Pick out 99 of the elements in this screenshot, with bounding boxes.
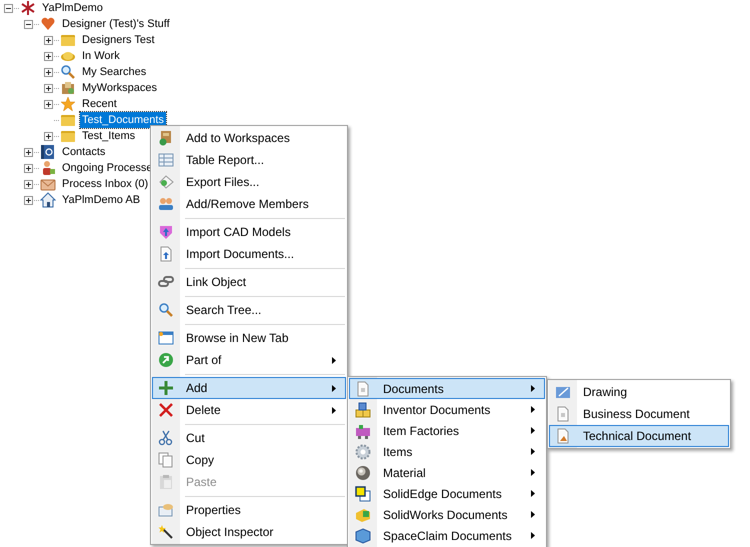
copy-icon bbox=[158, 452, 174, 468]
drawing-icon bbox=[555, 384, 571, 400]
document-icon bbox=[158, 246, 174, 262]
close-icon bbox=[158, 402, 174, 418]
menu-item[interactable]: Import CAD Models bbox=[152, 221, 346, 243]
tree-item[interactable]: YaPlmDemo bbox=[40, 0, 105, 16]
tree-item[interactable]: Recent bbox=[80, 96, 119, 112]
caret-icon bbox=[531, 448, 535, 455]
house-icon bbox=[40, 192, 56, 208]
menu-item[interactable]: Copy bbox=[152, 449, 346, 471]
people-icon bbox=[158, 196, 174, 212]
collapse-icon[interactable] bbox=[24, 20, 33, 28]
caret-icon bbox=[531, 427, 535, 434]
tree-item[interactable]: Process Inbox (0) bbox=[60, 176, 150, 192]
expand-icon[interactable] bbox=[24, 180, 33, 188]
expand-icon[interactable] bbox=[44, 36, 53, 44]
squares-icon bbox=[355, 486, 371, 502]
menu-item[interactable]: Documents bbox=[349, 378, 545, 399]
address-book-icon bbox=[40, 144, 56, 160]
menu-item[interactable]: Object Inspector bbox=[152, 521, 346, 543]
expand-icon[interactable] bbox=[24, 196, 33, 204]
blocks-icon bbox=[355, 506, 371, 522]
export-icon bbox=[158, 174, 174, 190]
tree-item[interactable]: MyWorkspaces bbox=[80, 80, 159, 96]
menu-item[interactable]: Drawing bbox=[549, 381, 729, 403]
arrow-circle-icon bbox=[158, 352, 174, 368]
expand-icon[interactable] bbox=[44, 52, 53, 60]
collapse-icon[interactable] bbox=[4, 4, 13, 12]
caret-icon bbox=[332, 356, 336, 364]
menu-item[interactable]: Cut bbox=[152, 427, 346, 449]
menu-item[interactable]: Inventor Documents bbox=[349, 399, 545, 420]
folder-icon bbox=[60, 128, 76, 144]
clipboard-icon bbox=[158, 474, 174, 490]
menu-item[interactable]: Item Factories bbox=[349, 420, 545, 441]
menu-item[interactable]: SpaceClaim Documents bbox=[349, 525, 545, 546]
tree-item[interactable]: YaPlmDemo AB bbox=[60, 192, 142, 208]
menu-item[interactable]: Add/Remove Members bbox=[152, 193, 346, 215]
caret-icon bbox=[531, 532, 535, 539]
wand-icon bbox=[158, 524, 174, 540]
package-icon bbox=[60, 80, 76, 96]
menu-item[interactable]: SolidEdge Documents bbox=[349, 483, 545, 504]
document-icon bbox=[555, 406, 571, 422]
menu-item[interactable]: Link Object bbox=[152, 271, 346, 293]
folder-icon bbox=[60, 32, 76, 48]
caret-icon bbox=[332, 384, 336, 392]
expand-icon[interactable] bbox=[44, 68, 53, 76]
folder-icon bbox=[60, 112, 76, 128]
caret-icon bbox=[531, 511, 535, 518]
tree-item[interactable]: Contacts bbox=[60, 144, 108, 160]
expand-icon[interactable] bbox=[24, 148, 33, 156]
document-icon bbox=[355, 380, 371, 396]
menu-item[interactable]: Browse in New Tab bbox=[152, 327, 346, 349]
expand-icon[interactable] bbox=[44, 84, 53, 92]
table-icon bbox=[158, 152, 174, 168]
tree-item[interactable]: Designer (Test)'s Stuff bbox=[60, 16, 172, 32]
menu-item[interactable]: Import Documents... bbox=[152, 243, 346, 265]
person-icon bbox=[40, 160, 56, 176]
heart-icon bbox=[40, 16, 56, 32]
menu-item[interactable]: Items bbox=[349, 441, 545, 462]
tree-item[interactable]: Test_Documents bbox=[80, 112, 166, 128]
menu-item[interactable]: Add to Workspaces bbox=[152, 127, 346, 149]
caret-icon bbox=[531, 406, 535, 413]
blocks-icon bbox=[355, 402, 371, 418]
search-icon bbox=[158, 302, 174, 318]
chain-icon bbox=[158, 274, 174, 290]
scissors-icon bbox=[158, 430, 174, 446]
expand-icon[interactable] bbox=[44, 132, 53, 140]
search-icon bbox=[60, 64, 76, 80]
star-icon bbox=[60, 96, 76, 112]
caret-icon bbox=[531, 385, 535, 392]
expand-icon[interactable] bbox=[44, 100, 53, 108]
expand-icon[interactable] bbox=[24, 164, 33, 172]
menu-item[interactable]: Part of bbox=[152, 349, 346, 371]
factory-icon bbox=[355, 422, 371, 438]
plus-icon bbox=[158, 380, 174, 396]
menu-item[interactable]: Add bbox=[152, 377, 346, 399]
tree-item[interactable]: My Searches bbox=[80, 64, 148, 80]
menu-item[interactable]: Search Tree... bbox=[152, 299, 346, 321]
document-icon bbox=[555, 428, 571, 444]
menu-item[interactable]: Export Files... bbox=[152, 171, 346, 193]
sphere-icon bbox=[355, 464, 371, 480]
tree-item[interactable]: Test_Items bbox=[80, 128, 138, 144]
menu-item[interactable]: Technical Document bbox=[549, 425, 729, 447]
caret-icon bbox=[332, 406, 336, 414]
menu-item[interactable]: Delete bbox=[152, 399, 346, 421]
asterisk-icon bbox=[20, 0, 36, 16]
gear-icon bbox=[355, 444, 371, 460]
menu-item[interactable]: SolidWorks Documents bbox=[349, 504, 545, 525]
caret-icon bbox=[531, 469, 535, 476]
menu-item[interactable]: Business Document bbox=[549, 403, 729, 425]
menu-item[interactable]: Properties bbox=[152, 499, 346, 521]
tree-item[interactable]: Designers Test bbox=[80, 32, 157, 48]
shield-icon bbox=[158, 224, 174, 240]
tree-item[interactable]: Ongoing Processe bbox=[60, 160, 154, 176]
menu-item[interactable]: Material bbox=[349, 462, 545, 483]
caret-icon bbox=[531, 490, 535, 497]
menu-item[interactable]: Table Report... bbox=[152, 149, 346, 171]
tree-item[interactable]: In Work bbox=[80, 48, 122, 64]
window-icon bbox=[158, 330, 174, 346]
